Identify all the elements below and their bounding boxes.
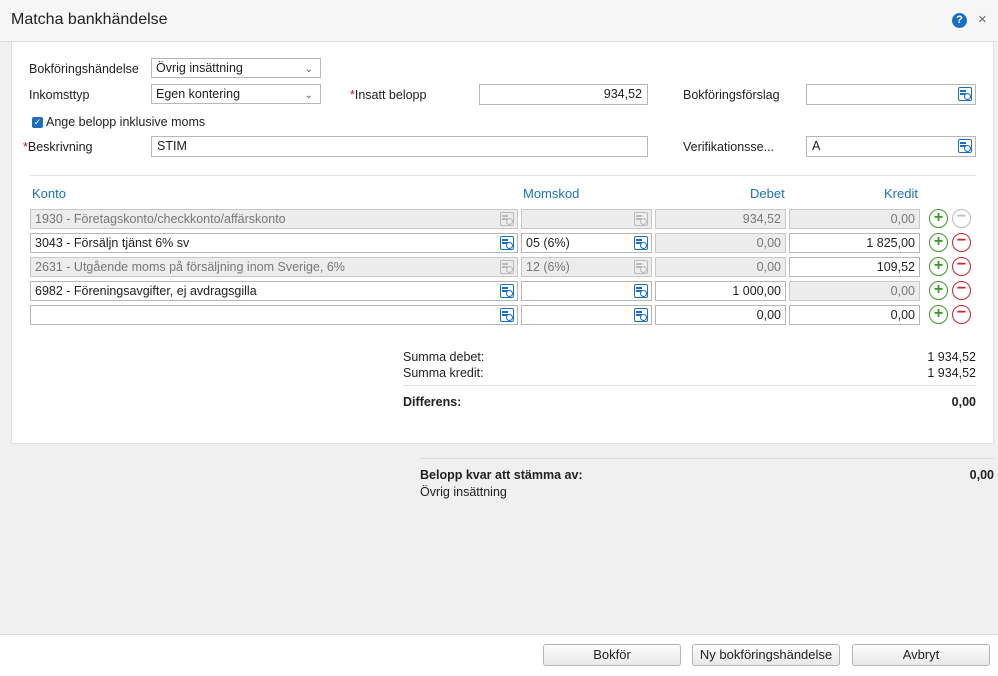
debet-header: Debet [750,186,785,201]
bokforingsforslag-input[interactable] [806,84,976,105]
insatt-belopp-label-text: Insatt belopp [354,88,427,102]
avbryt-button[interactable]: Avbryt [852,644,990,666]
konto-value: 2631 - Utgående moms på försäljning inom… [35,260,345,274]
moms-checkbox[interactable]: ✓ [32,117,43,128]
lookup-icon[interactable] [958,87,972,101]
konto-value: 1930 - Företagskonto/checkkonto/affärsko… [35,212,286,226]
verifikation-value: A [812,139,821,153]
table-row-konto: 2631 - Utgående moms på försäljning inom… [30,257,518,277]
lookup-icon[interactable] [958,139,972,153]
beskrivning-label: *Beskrivning [23,140,93,154]
dialog-footer [0,634,998,676]
bokforingshandelse-select[interactable]: Övrig insättning ⌄ [151,58,321,78]
ny-bokforingshandelse-button[interactable]: Ny bokföringshändelse [692,644,840,666]
summa-debet-value: 1 934,52 [927,350,976,364]
minus-circle-icon[interactable]: − [952,257,971,276]
close-icon[interactable]: × [978,11,987,28]
table-row-momskod [521,209,652,229]
lookup-icon[interactable] [634,284,648,298]
konto-value: 6982 - Föreningsavgifter, ej avdragsgill… [35,284,257,298]
summa-kredit-label: Summa kredit: [403,366,484,380]
inkomsttyp-value: Egen kontering [156,87,241,101]
insatt-belopp-input[interactable]: 934,52 [479,84,648,105]
verifikation-label: Verifikationsse... [683,140,775,154]
lookup-icon [500,212,514,226]
bokforingshandelse-label: Bokföringshändelse [29,62,139,76]
table-row-konto[interactable]: 3043 - Försäljn tjänst 6% sv [30,233,518,253]
table-row-momskod[interactable] [521,281,652,301]
differens-value: 0,00 [951,395,976,409]
differens-label: Differens: [403,395,462,409]
inkomsttyp-select[interactable]: Egen kontering ⌄ [151,84,321,104]
plus-circle-icon[interactable]: + [929,305,948,324]
plus-circle-icon[interactable]: + [929,281,948,300]
table-row-debet[interactable]: 1 000,00 [655,281,786,301]
lookup-icon[interactable] [634,236,648,250]
inkomsttyp-label: Inkomsttyp [29,88,90,102]
konto-header: Konto [32,186,66,201]
insatt-belopp-label: *Insatt belopp [350,88,426,102]
lookup-icon[interactable] [500,284,514,298]
plus-circle-icon[interactable]: + [929,233,948,252]
lookup-icon [634,260,648,274]
table-row-debet: 934,52 [655,209,786,229]
table-row-debet: 0,00 [655,257,786,277]
dialog-title: Matcha bankhändelse [11,11,168,28]
summa-kredit-value: 1 934,52 [927,366,976,380]
minus-circle-icon[interactable]: − [952,281,971,300]
chevron-down-icon: ⌄ [304,64,313,75]
chevron-down-icon: ⌄ [304,90,313,101]
beskrivning-label-text: Beskrivning [27,140,93,154]
summa-debet-label: Summa debet: [403,350,485,364]
konto-value: 3043 - Försäljn tjänst 6% sv [35,236,190,250]
table-row-debet: 0,00 [655,233,786,253]
plus-circle-icon[interactable]: + [929,257,948,276]
bokfor-button[interactable]: Bokför [543,644,681,666]
table-row-konto[interactable]: 6982 - Föreningsavgifter, ej avdragsgill… [30,281,518,301]
kredit-header: Kredit [884,186,918,201]
table-row-kredit[interactable]: 109,52 [789,257,920,277]
table-row-momskod: 12 (6%) [521,257,652,277]
divider [30,175,976,176]
moms-checkbox-label: Ange belopp inklusive moms [46,115,206,129]
table-row-kredit[interactable]: 0,00 [789,305,920,325]
verifikation-input[interactable]: A [806,136,976,157]
table-row-momskod[interactable] [521,305,652,325]
bokforingshandelse-value: Övrig insättning [156,61,243,75]
beskrivning-input[interactable]: STIM [151,136,648,157]
minus-circle-icon[interactable]: − [952,233,971,252]
belopp-kvar-label: Belopp kvar att stämma av: [420,468,583,482]
remaining-divider [420,458,994,459]
table-row-kredit: 0,00 [789,281,920,301]
table-row-kredit[interactable]: 1 825,00 [789,233,920,253]
table-row-konto[interactable] [30,305,518,325]
lookup-icon[interactable] [500,236,514,250]
momskod-value: 05 (6%) [526,236,570,250]
lookup-icon[interactable] [500,308,514,322]
plus-circle-icon[interactable]: + [929,209,948,228]
lookup-icon [500,260,514,274]
table-row-konto: 1930 - Företagskonto/checkkonto/affärsko… [30,209,518,229]
momskod-value: 12 (6%) [526,260,570,274]
table-row-momskod[interactable]: 05 (6%) [521,233,652,253]
help-icon[interactable]: ? [952,13,967,28]
belopp-kvar-value: 0,00 [969,468,994,482]
bokforingsforslag-label: Bokföringsförslag [683,88,780,102]
table-row-kredit: 0,00 [789,209,920,229]
lookup-icon [634,212,648,226]
remaining-type: Övrig insättning [420,485,507,499]
minus-circle-icon[interactable]: − [952,305,971,324]
momskod-header: Momskod [523,186,580,201]
summary-divider [403,385,976,386]
table-row-debet[interactable]: 0,00 [655,305,786,325]
minus-circle-icon: − [952,209,971,228]
lookup-icon[interactable] [634,308,648,322]
